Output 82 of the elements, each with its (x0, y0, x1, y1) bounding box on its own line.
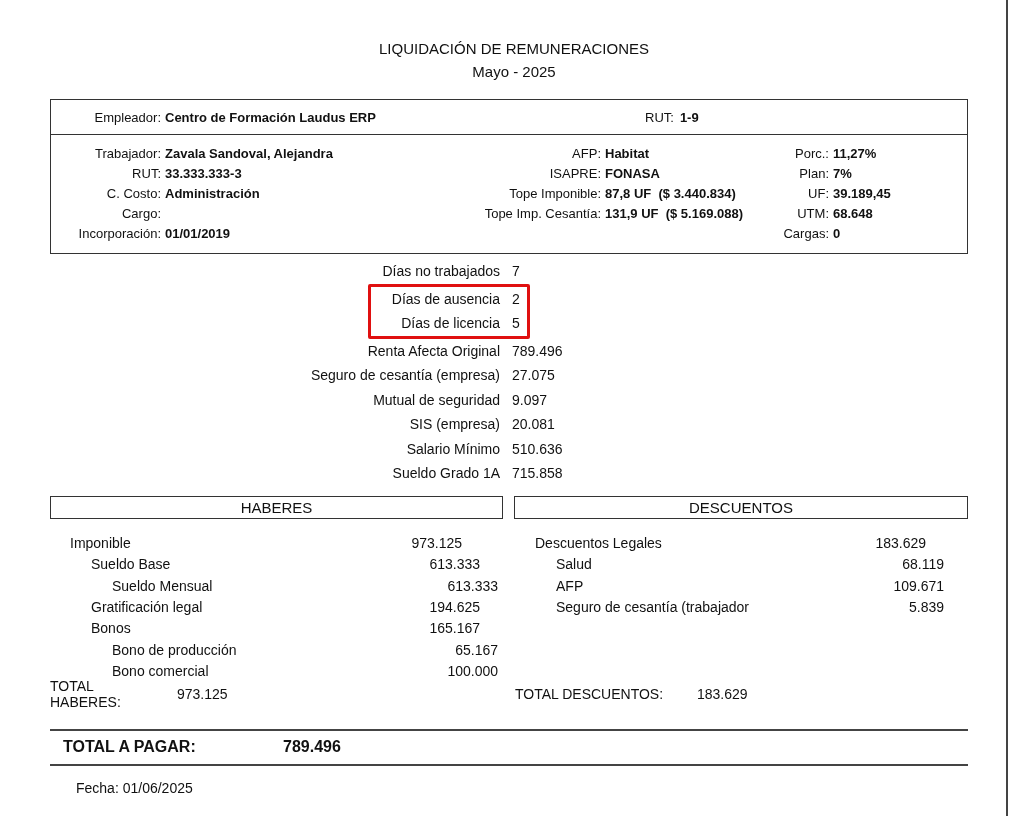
field-label: Cargas: (783, 225, 829, 241)
field-value: 7% (833, 165, 853, 181)
total-amount: 789.496 (283, 738, 341, 756)
field-value: 131,9 UF ($ 5.169.088) (605, 205, 745, 221)
field-value: Administración (165, 185, 261, 201)
stat-value: 5 (512, 315, 520, 332)
stat-label: Días no trabajados (381, 263, 500, 280)
stat-label: Renta Afecta Original (366, 342, 500, 359)
item-label: Bono de producción (112, 641, 237, 658)
item-amount: 65.167 (455, 641, 498, 658)
field-label: Cargo: (121, 205, 161, 221)
item-amount: 68.119 (902, 556, 944, 573)
stat-label: Salario Mínimo (405, 440, 500, 457)
field-label: UF: (808, 185, 829, 201)
field-value: 11,27% (833, 145, 878, 161)
stat-label: Días de licencia (400, 315, 500, 332)
field-label: Plan: (799, 165, 829, 181)
item-label: AFP (556, 577, 584, 594)
total-label: TOTAL A PAGAR: (63, 738, 197, 756)
field-label: Trabajador: (95, 145, 161, 161)
report-date: Fecha: 01/06/2025 (76, 779, 194, 796)
item-amount: 100.000 (447, 662, 498, 679)
field-value: 33.333.333-3 (165, 165, 243, 181)
field-label: Porc.: (795, 145, 829, 161)
stat-label: Sueldo Grado 1A (391, 465, 500, 482)
field-value: 39.189,45 (833, 185, 892, 201)
stat-label: Días de ausencia (390, 290, 500, 307)
field-label: Tope Imponible: (509, 185, 601, 201)
report-title: LIQUIDACIÓN DE REMUNERACIONES (377, 39, 650, 59)
stat-value: 2 (512, 290, 520, 307)
field-value: Centro de Formación Laudus ERP (165, 109, 377, 125)
total-amount: 973.125 (177, 685, 228, 702)
field-value: Habitat (605, 145, 651, 161)
field-label: UTM: (797, 205, 829, 221)
field-label: RUT: (645, 109, 674, 125)
field-value: 01/01/2019 (165, 225, 232, 241)
item-amount: 5.839 (908, 599, 944, 616)
total-label: TOTAL HABERES: (50, 677, 122, 710)
stat-value: 27.075 (512, 367, 555, 384)
item-label: Sueldo Mensual (112, 577, 213, 594)
stat-label: Mutual de seguridad (372, 391, 500, 408)
item-amount: 109.671 (893, 577, 944, 594)
field-value: 87,8 UF ($ 3.440.834) (605, 185, 737, 201)
item-label: Sueldo Base (91, 556, 171, 573)
item-amount: 165.167 (429, 620, 480, 637)
item-amount: 183.629 (875, 535, 926, 552)
item-label: Descuentos Legales (535, 535, 662, 552)
field-label: RUT: (132, 165, 161, 181)
stat-label: SIS (empresa) (408, 416, 500, 433)
item-amount: 973.125 (411, 535, 462, 552)
item-label: Bonos (91, 620, 131, 637)
field-value: 0 (833, 225, 842, 241)
field-value: Zavala Sandoval, Alejandra (165, 145, 334, 161)
stat-value: 510.636 (512, 440, 563, 457)
field-value: 1-9 (679, 109, 699, 125)
total-amount: 183.629 (697, 685, 748, 702)
item-amount: 613.333 (447, 577, 498, 594)
item-label: Seguro de cesantía (trabajador (556, 599, 749, 616)
stat-value: 20.081 (512, 416, 555, 433)
item-label: Salud (556, 556, 592, 573)
stat-value: 789.496 (512, 342, 563, 359)
field-label: ISAPRE: (549, 165, 601, 181)
report-period: Mayo - 2025 (471, 62, 557, 82)
item-label: Gratificación legal (91, 599, 203, 616)
stat-value: 7 (512, 263, 520, 280)
item-label: Imponible (70, 535, 131, 552)
stat-label: Seguro de cesantía (empresa) (309, 367, 500, 384)
field-label: Tope Imp. Cesantía: (484, 205, 601, 221)
item-amount: 194.625 (429, 599, 480, 616)
stat-value: 715.858 (512, 465, 563, 482)
field-value: 68.648 (833, 205, 874, 221)
section-header: HABERES (50, 495, 503, 519)
field-label: Empleador: (93, 109, 161, 125)
field-label: AFP: (572, 145, 601, 161)
item-label: Bono comercial (112, 662, 209, 679)
field-value: FONASA (605, 165, 661, 181)
section-header: DESCUENTOS (514, 495, 968, 519)
stat-value: 9.097 (512, 391, 548, 408)
field-label: Incorporación: (78, 225, 161, 241)
total-label: TOTAL DESCUENTOS: (515, 685, 665, 702)
field-label: C. Costo: (106, 185, 161, 201)
item-amount: 613.333 (429, 556, 480, 573)
